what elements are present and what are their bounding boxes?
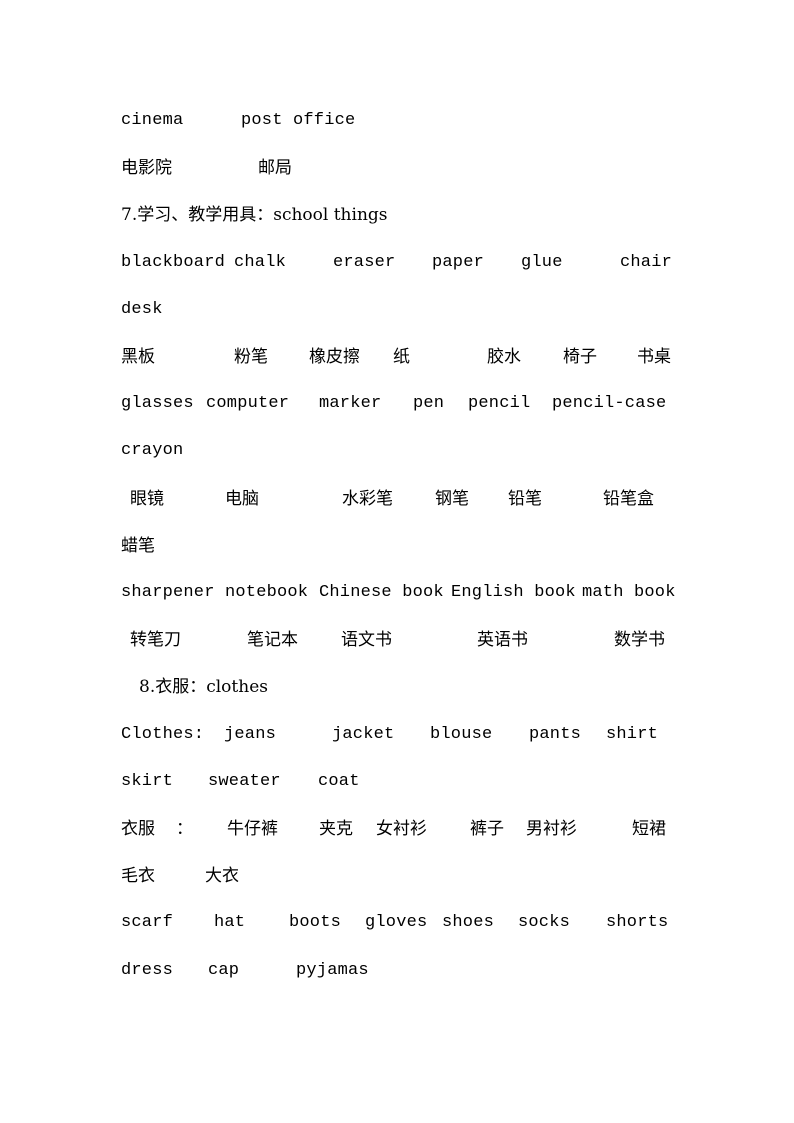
vocabulary-line: sharpener notebook Chinese book English boo… xyxy=(0,581,794,605)
english-word: jeans xyxy=(224,725,277,744)
chinese-word: 铅笔盒 xyxy=(603,489,654,509)
english-word: paper xyxy=(432,253,485,272)
chinese-word: 笔记本 xyxy=(247,630,298,650)
vocabulary-line: crayon xyxy=(0,439,794,463)
section-heading: 8.衣服：clothes xyxy=(0,675,794,699)
english-word: blackboard xyxy=(121,253,226,272)
vocabulary-line: cinema post office xyxy=(0,109,794,133)
chinese-word: 女衬衫 xyxy=(376,819,427,839)
english-word: pants xyxy=(529,725,582,744)
english-word: Chinese book xyxy=(319,583,444,602)
english-word: sweater xyxy=(208,772,281,791)
english-word: hat xyxy=(214,913,246,932)
english-word: pencil xyxy=(468,394,531,413)
section-heading: 7.学习、教学用具：school things xyxy=(0,203,794,227)
english-word: dress xyxy=(121,961,174,980)
english-word: boots xyxy=(289,913,342,932)
english-word: blouse xyxy=(430,725,493,744)
english-word: pen xyxy=(413,394,445,413)
english-word: sharpener xyxy=(121,583,215,602)
english-word: coat xyxy=(318,772,360,791)
english-word: crayon xyxy=(121,441,184,460)
chinese-word: 短裙 xyxy=(632,819,666,839)
english-word: Clothes: xyxy=(121,725,205,744)
heading-text: 7.学习、教学用具：school things xyxy=(121,205,388,225)
chinese-word: 毛衣 xyxy=(121,866,155,886)
chinese-word: 椅子 xyxy=(563,347,597,367)
chinese-word: 转笔刀 xyxy=(130,630,181,650)
english-word: gloves xyxy=(365,913,428,932)
english-word: math book xyxy=(582,583,676,602)
english-word: cinema xyxy=(121,111,184,130)
chinese-word: 裤子 xyxy=(470,819,504,839)
chinese-word: 英语书 xyxy=(477,630,528,650)
english-word: chalk xyxy=(234,253,287,272)
chinese-word: 电脑 xyxy=(225,489,259,509)
vocabulary-line: 衣服 ： 牛仔裤 夹克 女衬衫 裤子 男衬衫 短裙 xyxy=(0,817,794,841)
english-word: shirt xyxy=(606,725,659,744)
chinese-word: 纸 xyxy=(393,347,410,367)
chinese-word: 钢笔 xyxy=(435,489,469,509)
english-word: socks xyxy=(518,913,571,932)
chinese-word: 男衬衫 xyxy=(526,819,577,839)
english-word: notebook xyxy=(225,583,309,602)
vocabulary-line: scarf hat boots gloves shoes socks shorts xyxy=(0,911,794,935)
heading-text: 8.衣服：clothes xyxy=(139,677,268,697)
english-word: pyjamas xyxy=(296,961,369,980)
chinese-word: 书桌 xyxy=(637,347,671,367)
english-word: glasses xyxy=(121,394,194,413)
english-word: glue xyxy=(521,253,563,272)
english-word: scarf xyxy=(121,913,174,932)
chinese-word: ： xyxy=(176,819,193,839)
english-word: desk xyxy=(121,300,163,319)
english-word: eraser xyxy=(333,253,396,272)
vocabulary-line: 黑板 粉笔 橡皮擦 纸 胶水 椅子 书桌 xyxy=(0,345,794,369)
chinese-word: 大衣 xyxy=(205,866,239,886)
chinese-word: 黑板 xyxy=(121,347,155,367)
vocabulary-line: 蜡笔 xyxy=(0,534,794,558)
vocabulary-line: 眼镜 电脑 水彩笔 钢笔 铅笔 铅笔盒 xyxy=(0,487,794,511)
english-word: marker xyxy=(319,394,382,413)
chinese-word: 眼镜 xyxy=(130,489,164,509)
chinese-word: 水彩笔 xyxy=(342,489,393,509)
chinese-word: 夹克 xyxy=(319,819,353,839)
english-word: computer xyxy=(206,394,290,413)
english-word: English book xyxy=(451,583,576,602)
chinese-word: 衣服 xyxy=(121,819,155,839)
vocabulary-line: glasses computer marker pen pencil pencil-cas… xyxy=(0,392,794,416)
english-word: shoes xyxy=(442,913,495,932)
document-page: cinema post office 电影院 邮局 7.学习、教学用具：school t… xyxy=(0,0,794,1123)
chinese-word: 粉笔 xyxy=(234,347,268,367)
chinese-word: 胶水 xyxy=(487,347,521,367)
chinese-word: 橡皮擦 xyxy=(309,347,360,367)
english-word: chair xyxy=(620,253,673,272)
vocabulary-line: dress cap pyjamas xyxy=(0,959,794,983)
vocabulary-line: skirt sweater coat xyxy=(0,770,794,794)
vocabulary-line: blackboard chalk eraser paper glue chair xyxy=(0,251,794,275)
vocabulary-line: 毛衣 大衣 xyxy=(0,864,794,888)
chinese-word: 铅笔 xyxy=(508,489,542,509)
vocabulary-line: desk xyxy=(0,298,794,322)
chinese-word: 数学书 xyxy=(614,630,665,650)
vocabulary-line: Clothes: jeans jacket blouse pants shirt xyxy=(0,723,794,747)
english-word: cap xyxy=(208,961,240,980)
chinese-word: 电影院 xyxy=(121,158,172,178)
chinese-word: 蜡笔 xyxy=(121,536,155,556)
english-word: jacket xyxy=(332,725,395,744)
english-word: post office xyxy=(241,111,356,130)
vocabulary-line: 转笔刀 笔记本 语文书 英语书 数学书 xyxy=(0,628,794,652)
chinese-word: 语文书 xyxy=(341,630,392,650)
english-word: shorts xyxy=(606,913,669,932)
chinese-word: 牛仔裤 xyxy=(227,819,278,839)
english-word: skirt xyxy=(121,772,174,791)
vocabulary-line: 电影院 邮局 xyxy=(0,156,794,180)
chinese-word: 邮局 xyxy=(258,158,292,178)
english-word: pencil-case xyxy=(552,394,667,413)
